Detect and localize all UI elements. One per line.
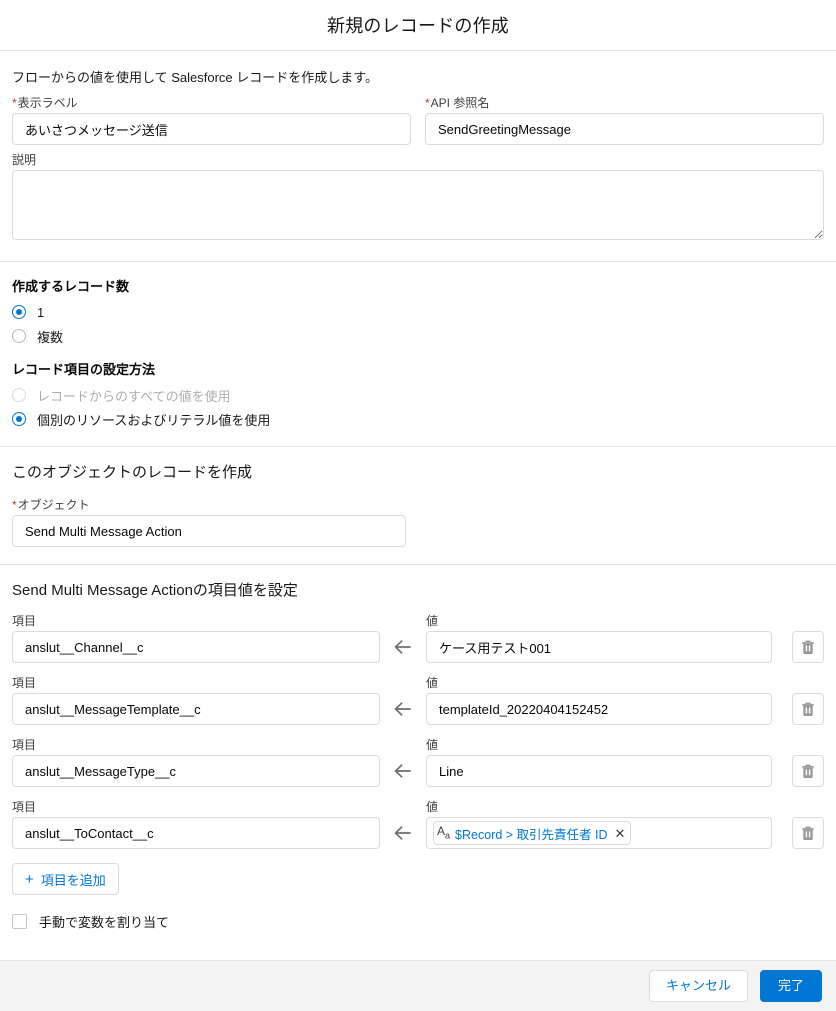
add-field-button[interactable]: + 項目を追加 bbox=[12, 863, 119, 895]
plus-icon: + bbox=[25, 870, 34, 888]
value-label: 値 bbox=[426, 738, 439, 752]
arrow-left-icon bbox=[380, 631, 426, 663]
field-value-input[interactable] bbox=[426, 755, 772, 787]
object-label: *オブジェクト bbox=[12, 498, 90, 512]
field-row-labels-4: 項目 値 bbox=[0, 787, 836, 817]
radio-label: 1 bbox=[37, 304, 45, 320]
intro-text: フローからの値を使用して Salesforce レコードを作成します。 bbox=[12, 70, 378, 85]
radio-label: レコードからのすべての値を使用 bbox=[37, 388, 231, 404]
required-asterisk: * bbox=[12, 498, 17, 512]
field-label: 項目 bbox=[12, 676, 37, 690]
fields-section: Send Multi Message Actionの項目値を設定 bbox=[0, 565, 836, 600]
display-label-label: *表示ラベル bbox=[12, 96, 78, 110]
object-section-heading: このオブジェクトのレコードを作成 bbox=[12, 464, 253, 481]
field-value-row: Aa $Record > 取引先責任者 ID ✕ bbox=[0, 817, 836, 849]
field-row-labels-3: 項目 値 bbox=[0, 725, 836, 755]
radio-icon-selected[interactable] bbox=[12, 305, 26, 319]
field-value-row bbox=[0, 755, 836, 787]
api-name-label: *API 参照名 bbox=[425, 96, 490, 110]
resource-value-combobox[interactable]: Aa $Record > 取引先責任者 ID ✕ bbox=[426, 817, 772, 849]
field-method-title: レコード項目の設定方法 bbox=[12, 362, 156, 377]
object-field-group: *オブジェクト bbox=[0, 482, 836, 547]
required-asterisk: * bbox=[425, 96, 430, 110]
arrow-left-icon bbox=[380, 693, 426, 725]
manual-assign-row[interactable]: 手動で変数を割り当て bbox=[0, 909, 836, 933]
field-value-input[interactable] bbox=[426, 631, 772, 663]
add-field-wrap: + 項目を追加 bbox=[0, 849, 836, 895]
record-count-section: 作成するレコード数 1 複数 bbox=[0, 262, 836, 347]
field-value-row bbox=[0, 631, 836, 663]
delete-field-button[interactable] bbox=[792, 693, 824, 725]
field-label: 項目 bbox=[12, 614, 37, 628]
description-label: 説明 bbox=[12, 153, 37, 167]
create-record-modal: 新規のレコードの作成 フローからの値を使用して Salesforce レコードを… bbox=[0, 0, 836, 1011]
delete-field-button[interactable] bbox=[792, 755, 824, 787]
record-count-title: 作成するレコード数 bbox=[12, 279, 130, 294]
trash-icon bbox=[801, 702, 815, 717]
fields-section-heading: Send Multi Message Actionの項目値を設定 bbox=[12, 582, 298, 599]
radio-icon-selected[interactable] bbox=[12, 412, 26, 426]
value-label: 値 bbox=[426, 800, 439, 814]
trash-icon bbox=[801, 826, 815, 841]
checkbox-manual-assign[interactable] bbox=[12, 913, 27, 929]
display-label-input[interactable] bbox=[12, 113, 411, 145]
radio-icon-unselected[interactable] bbox=[12, 329, 26, 343]
delete-field-button[interactable] bbox=[792, 631, 824, 663]
modal-body: フローからの値を使用して Salesforce レコードを作成します。 *表示ラ… bbox=[0, 51, 836, 960]
description-group: 説明 bbox=[0, 145, 836, 245]
radio-label: 個別のリソースおよびリテラル値を使用 bbox=[37, 412, 271, 428]
field-name-input[interactable] bbox=[12, 631, 380, 663]
resource-pill[interactable]: Aa $Record > 取引先責任者 ID ✕ bbox=[433, 821, 632, 845]
trash-icon bbox=[801, 640, 815, 655]
radio-label: 複数 bbox=[37, 329, 64, 345]
delete-field-button[interactable] bbox=[792, 817, 824, 849]
arrow-left-icon bbox=[380, 755, 426, 787]
done-button[interactable]: 完了 bbox=[760, 970, 822, 1002]
field-row-labels-2: 項目 値 bbox=[0, 663, 836, 693]
object-input[interactable] bbox=[12, 515, 406, 547]
field-value-input[interactable] bbox=[426, 693, 772, 725]
api-name-group: *API 参照名 bbox=[425, 96, 824, 145]
cancel-button[interactable]: キャンセル bbox=[648, 970, 748, 1002]
field-method-section: レコード項目の設定方法 レコードからのすべての値を使用 個別のリソースおよびリテ… bbox=[0, 349, 836, 430]
field-row-labels-1: 項目 値 bbox=[0, 600, 836, 631]
close-icon[interactable]: ✕ bbox=[615, 827, 626, 840]
radio-icon-disabled bbox=[12, 388, 26, 402]
field-value-row bbox=[0, 693, 836, 725]
object-section: このオブジェクトのレコードを作成 bbox=[0, 447, 836, 482]
api-name-input[interactable] bbox=[425, 113, 824, 145]
field-name-input[interactable] bbox=[12, 755, 380, 787]
arrow-left-icon bbox=[380, 817, 426, 849]
field-name-input[interactable] bbox=[12, 693, 380, 725]
modal-footer: キャンセル 完了 bbox=[0, 960, 836, 1011]
add-field-label: 項目を追加 bbox=[40, 872, 106, 888]
manual-assign-label: 手動で変数を割り当て bbox=[39, 914, 170, 930]
page-title: 新規のレコードの作成 bbox=[327, 16, 509, 36]
trash-icon bbox=[801, 764, 815, 779]
resource-pill-label: $Record > 取引先責任者 ID bbox=[455, 827, 608, 842]
radio-use-separate-resources[interactable]: 個別のリソースおよびリテラル値を使用 bbox=[12, 408, 824, 430]
display-label-group: *表示ラベル bbox=[12, 96, 411, 145]
required-asterisk: * bbox=[12, 96, 17, 110]
radio-record-count-1[interactable]: 1 bbox=[12, 301, 824, 323]
field-name-input[interactable] bbox=[12, 817, 380, 849]
radio-use-all-record-values[interactable]: レコードからのすべての値を使用 bbox=[12, 384, 824, 406]
value-label: 値 bbox=[426, 614, 439, 628]
text-type-icon: Aa bbox=[437, 824, 451, 841]
radio-record-count-multiple[interactable]: 複数 bbox=[12, 325, 824, 347]
field-label: 項目 bbox=[12, 800, 37, 814]
field-label: 項目 bbox=[12, 738, 37, 752]
name-fields-row: *表示ラベル *API 参照名 bbox=[0, 96, 836, 145]
description-textarea[interactable] bbox=[12, 170, 824, 240]
modal-header: 新規のレコードの作成 bbox=[0, 0, 836, 51]
value-label: 値 bbox=[426, 676, 439, 690]
